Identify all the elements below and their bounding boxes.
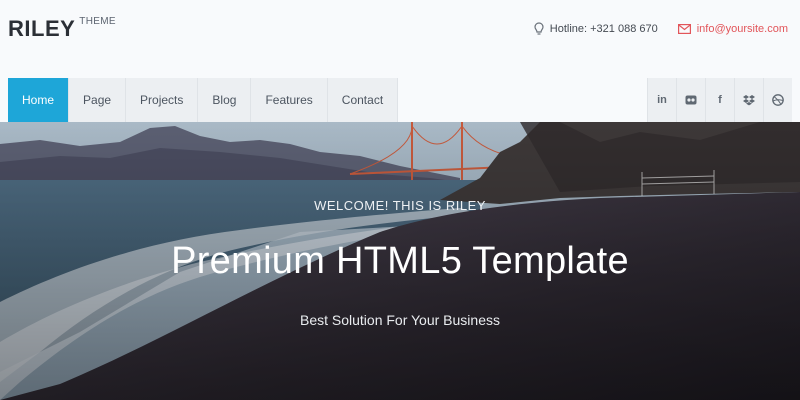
social-links: in f xyxy=(647,78,792,122)
contact-info: Hotline: +321 088 670 info@yoursite.com xyxy=(514,22,788,36)
hero-banner: WELCOME! THIS IS RILEY Premium HTML5 Tem… xyxy=(0,122,800,400)
linkedin-icon[interactable]: in xyxy=(647,78,676,122)
nav-page[interactable]: Page xyxy=(69,78,127,122)
logo[interactable]: RILEY THEME xyxy=(8,14,116,44)
dribbble-icon[interactable] xyxy=(763,78,792,122)
nav-projects[interactable]: Projects xyxy=(126,78,199,122)
lightbulb-icon xyxy=(534,22,544,35)
hero-text: WELCOME! THIS IS RILEY Premium HTML5 Tem… xyxy=(0,122,800,400)
main-nav: Home Page Projects Blog Features Contact xyxy=(8,78,399,122)
hotline: Hotline: +321 088 670 xyxy=(534,22,658,36)
hotline-text: Hotline: +321 088 670 xyxy=(549,23,658,35)
email[interactable]: info@yoursite.com xyxy=(677,23,788,35)
envelope-icon xyxy=(677,24,691,34)
hero-welcome: WELCOME! THIS IS RILEY xyxy=(314,198,486,213)
logo-name: RILEY xyxy=(8,16,76,41)
email-link[interactable]: info@yoursite.com xyxy=(697,23,788,35)
nav-home[interactable]: Home xyxy=(8,78,70,122)
page: RILEY THEME Hotline: +321 088 670 info@y… xyxy=(0,0,800,400)
nav-features[interactable]: Features xyxy=(251,78,328,122)
logo-tagline: THEME xyxy=(79,16,116,27)
nav-contact[interactable]: Contact xyxy=(327,78,399,122)
top-bar: RILEY THEME Hotline: +321 088 670 info@y… xyxy=(0,0,800,64)
flickr-icon[interactable] xyxy=(676,78,705,122)
dropbox-icon[interactable] xyxy=(734,78,763,122)
dribbble-glyph xyxy=(772,94,784,106)
nav-blog[interactable]: Blog xyxy=(198,78,252,122)
dropbox-glyph xyxy=(743,95,755,106)
hero-headline: Premium HTML5 Template xyxy=(171,240,629,282)
hero-subline: Best Solution For Your Business xyxy=(299,312,500,328)
flickr-glyph xyxy=(685,95,697,105)
facebook-icon[interactable]: f xyxy=(705,78,734,122)
